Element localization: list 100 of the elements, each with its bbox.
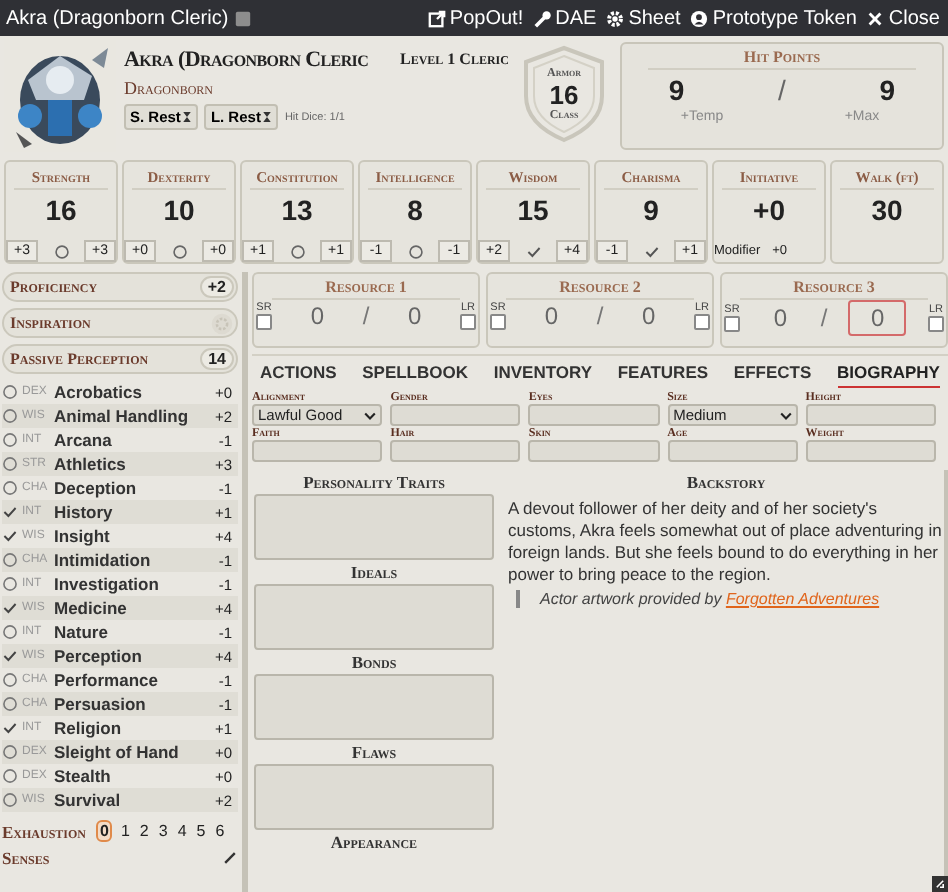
exhaustion-level[interactable]: 0 bbox=[96, 820, 113, 842]
circle-icon[interactable] bbox=[53, 243, 69, 259]
skill-name: History bbox=[54, 502, 115, 522]
attribute-label: Inspiration bbox=[10, 314, 91, 332]
user-icon bbox=[690, 9, 709, 27]
header-button[interactable]: DAE bbox=[531, 7, 599, 29]
ability-score[interactable]: 8 bbox=[407, 190, 423, 230]
exhaustion-level[interactable]: 2 bbox=[137, 822, 151, 840]
ability-score[interactable]: 13 bbox=[281, 190, 313, 230]
circle-icon[interactable] bbox=[2, 408, 18, 424]
shield-icon bbox=[520, 44, 608, 144]
circle-icon[interactable] bbox=[289, 243, 305, 259]
resource-max[interactable]: 0 bbox=[848, 300, 907, 336]
resource-title[interactable]: Resource 3 bbox=[739, 274, 929, 300]
trait-heading: Ideals bbox=[350, 560, 398, 584]
circle-icon[interactable] bbox=[171, 243, 187, 259]
inspiration-toggle-icon[interactable] bbox=[210, 311, 234, 335]
armor-value: 16 bbox=[549, 79, 579, 109]
hp-separator: / bbox=[778, 74, 786, 106]
exhaustion-level[interactable]: 1 bbox=[118, 822, 132, 840]
resource-title[interactable]: Resource 1 bbox=[271, 274, 461, 300]
checkbox[interactable] bbox=[459, 314, 476, 330]
circle-icon[interactable] bbox=[2, 696, 18, 712]
circle-icon[interactable] bbox=[2, 384, 18, 400]
resource-value[interactable]: 0 bbox=[532, 300, 570, 332]
check-icon[interactable] bbox=[525, 243, 541, 259]
circle-icon[interactable] bbox=[2, 480, 18, 496]
circle-icon[interactable] bbox=[2, 792, 18, 808]
wrench-icon bbox=[533, 9, 552, 27]
skill-name: Medicine bbox=[54, 598, 129, 618]
trait-heading: Appearance bbox=[330, 830, 418, 854]
sheet-tab[interactable]: INVENTORY bbox=[493, 362, 592, 388]
exhaustion-level[interactable]: 5 bbox=[194, 822, 208, 840]
ability-score[interactable]: 9 bbox=[643, 190, 659, 230]
resource-value[interactable]: 0 bbox=[298, 300, 336, 332]
check-icon[interactable] bbox=[643, 243, 659, 259]
resource-value[interactable]: 0 bbox=[761, 302, 799, 334]
circle-icon[interactable] bbox=[2, 768, 18, 784]
sheet-tab[interactable]: ACTIONS bbox=[260, 362, 337, 388]
circle-icon[interactable] bbox=[2, 624, 18, 640]
circle-icon[interactable] bbox=[2, 552, 18, 568]
checkbox[interactable] bbox=[724, 316, 740, 332]
text-field[interactable] bbox=[390, 440, 521, 462]
text-field[interactable] bbox=[805, 440, 936, 462]
skill-name: Stealth bbox=[54, 766, 113, 786]
sheet-tab[interactable]: BIOGRAPHY bbox=[837, 362, 940, 388]
hit-points-title: Hit Points bbox=[647, 44, 917, 70]
resource-separator: / bbox=[596, 302, 604, 330]
header-button[interactable]: PopOut! bbox=[425, 7, 526, 29]
text-field[interactable] bbox=[252, 440, 383, 462]
circle-icon[interactable] bbox=[2, 672, 18, 688]
circle-icon[interactable] bbox=[2, 432, 18, 448]
check-icon[interactable] bbox=[2, 720, 18, 736]
resource-max[interactable]: 0 bbox=[629, 300, 668, 332]
exhaustion-level[interactable]: 4 bbox=[175, 822, 189, 840]
circle-icon[interactable] bbox=[2, 456, 18, 472]
text-field[interactable] bbox=[528, 440, 660, 462]
resource-title[interactable]: Resource 2 bbox=[505, 274, 695, 300]
edit-icon[interactable] bbox=[222, 850, 238, 866]
skill-name: Investigation bbox=[54, 574, 161, 594]
trait-heading: Personality Traits bbox=[303, 470, 445, 494]
ability-score[interactable]: 15 bbox=[517, 190, 549, 230]
sheet-tab[interactable]: SPELLBOOK bbox=[362, 362, 469, 388]
circle-icon[interactable] bbox=[2, 744, 18, 760]
text-field[interactable] bbox=[528, 404, 660, 426]
header-button[interactable]: Prototype Token bbox=[688, 7, 859, 29]
check-icon[interactable] bbox=[2, 600, 18, 616]
circle-icon[interactable] bbox=[2, 576, 18, 592]
resource-max[interactable]: 0 bbox=[395, 300, 434, 332]
sheet-tab[interactable]: EFFECTS bbox=[733, 362, 812, 388]
checkbox[interactable] bbox=[693, 314, 710, 330]
skill-name: Arcana bbox=[54, 430, 114, 450]
ability-score[interactable]: 10 bbox=[163, 190, 195, 230]
skill-name: Perception bbox=[54, 646, 144, 666]
checkbox[interactable] bbox=[927, 316, 944, 332]
character-race: Dragonborn bbox=[124, 78, 216, 98]
hp-value[interactable]: 9 bbox=[668, 70, 685, 110]
header-button[interactable]: Sheet bbox=[604, 7, 683, 29]
skill-name: Performance bbox=[54, 670, 160, 690]
skill-name: Persuasion bbox=[54, 694, 148, 714]
header-button[interactable]: Close bbox=[864, 7, 942, 29]
trait-heading: Bonds bbox=[351, 650, 397, 674]
checkbox[interactable] bbox=[256, 314, 272, 330]
exhaustion-level[interactable]: 6 bbox=[213, 822, 227, 840]
movement-value[interactable]: 30 bbox=[871, 190, 903, 230]
caret-icon bbox=[779, 411, 792, 419]
ability-score[interactable]: 16 bbox=[45, 190, 77, 230]
circle-icon[interactable] bbox=[407, 243, 423, 259]
hourglass-icon bbox=[182, 110, 193, 124]
sheet-tab[interactable]: FEATURES bbox=[617, 362, 709, 388]
resize-handle-icon[interactable] bbox=[932, 876, 948, 892]
check-icon[interactable] bbox=[2, 528, 18, 544]
exhaustion-level[interactable]: 3 bbox=[156, 822, 170, 840]
check-icon[interactable] bbox=[2, 504, 18, 520]
text-field[interactable] bbox=[667, 440, 798, 462]
skill-name: Acrobatics bbox=[54, 382, 144, 402]
text-field[interactable] bbox=[390, 404, 521, 426]
text-field[interactable] bbox=[805, 404, 936, 426]
checkbox[interactable] bbox=[490, 314, 506, 330]
check-icon[interactable] bbox=[2, 648, 18, 664]
